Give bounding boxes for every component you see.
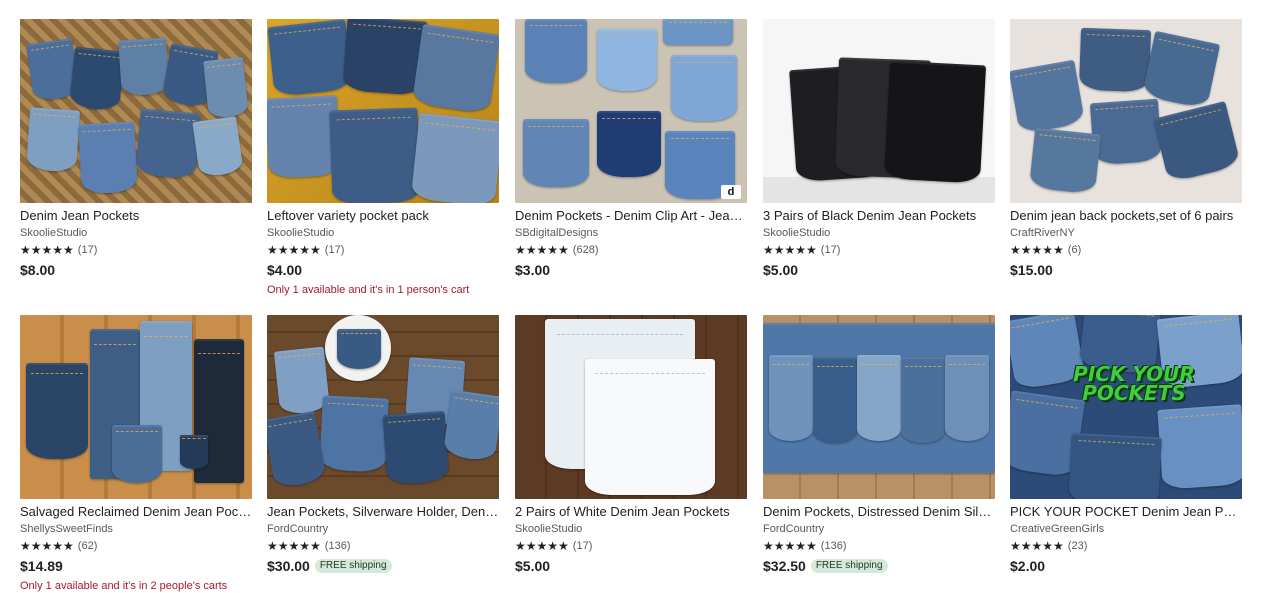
listing-card[interactable]: 2 Pairs of White Denim Jean Pockets Skoo… xyxy=(515,315,747,575)
shop-name: SkoolieStudio xyxy=(20,227,88,239)
review-count: (62) xyxy=(77,540,98,552)
free-shipping-badge: FREE shipping xyxy=(314,559,392,573)
listing-title[interactable]: 3 Pairs of Black Denim Jean Pockets xyxy=(763,208,995,224)
price: $14.89 xyxy=(20,558,63,574)
review-count: (136) xyxy=(820,540,847,552)
rating: ★★★★★ (6) xyxy=(1010,243,1242,257)
price: $15.00 xyxy=(1010,262,1053,278)
price-row: $2.00 xyxy=(1010,557,1242,575)
listing-card[interactable]: Leftover variety pocket pack SkoolieStud… xyxy=(267,19,499,297)
price: $3.00 xyxy=(515,262,551,278)
stock-note: Only 1 available and it's in 2 people's … xyxy=(20,580,228,592)
listing-image[interactable] xyxy=(763,315,995,499)
star-icon: ★★★★★ xyxy=(1010,539,1064,553)
shop-name: SBdigitalDesigns xyxy=(515,227,599,239)
price: $8.00 xyxy=(20,262,56,278)
price: $30.00 xyxy=(267,558,310,574)
listing-card[interactable]: Jean Pockets, Silverware Holder, Denim P… xyxy=(267,315,499,575)
listing-grid: Denim Jean Pockets SkoolieStudio ★★★★★ (… xyxy=(20,19,1242,593)
listing-card[interactable]: Denim Jean Pockets SkoolieStudio ★★★★★ (… xyxy=(20,19,252,279)
rating: ★★★★★ (136) xyxy=(763,539,995,553)
listing-title[interactable]: Denim Jean Pockets xyxy=(20,208,252,224)
shop-name: SkoolieStudio xyxy=(515,523,583,535)
listing-row: Salvaged Reclaimed Denim Jean Pockets Sh… xyxy=(20,315,1242,593)
price-row: $4.00 xyxy=(267,261,499,279)
listing-title[interactable]: Denim Pockets - Denim Clip Art - Jean Po… xyxy=(515,208,747,224)
shop-name: CraftRiverNY xyxy=(1010,227,1075,239)
stock-note: Only 1 available and it's in 1 person's … xyxy=(267,284,470,296)
listing-card[interactable]: Denim Pockets, Distressed Denim Silverwa… xyxy=(763,315,995,575)
price: $4.00 xyxy=(267,262,303,278)
listing-card[interactable]: Denim jean back pockets,set of 6 pairs C… xyxy=(1010,19,1242,279)
shop-name: SkoolieStudio xyxy=(267,227,335,239)
listing-image[interactable] xyxy=(515,315,747,499)
star-icon: ★★★★★ xyxy=(20,539,74,553)
price-row: $8.00 xyxy=(20,261,252,279)
review-count: (17) xyxy=(324,244,345,256)
listing-image[interactable]: PICK YOUR POCKETS xyxy=(1010,315,1242,499)
listing-card[interactable]: PICK YOUR POCKETS PICK YOUR POCKET Denim… xyxy=(1010,315,1242,575)
price-row: $5.00 xyxy=(515,557,747,575)
listing-title[interactable]: Denim Pockets, Distressed Denim Silverwa… xyxy=(763,504,995,520)
listing-card[interactable]: 3 Pairs of Black Denim Jean Pockets Skoo… xyxy=(763,19,995,279)
listing-card[interactable]: d Denim Pockets - Denim Clip Art - Jean … xyxy=(515,19,747,279)
price: $2.00 xyxy=(1010,558,1046,574)
price-row: $32.50 FREE shipping xyxy=(763,557,995,575)
star-icon: ★★★★★ xyxy=(20,243,74,257)
star-icon: ★★★★★ xyxy=(267,539,321,553)
price: $5.00 xyxy=(515,558,551,574)
price: $32.50 xyxy=(763,558,806,574)
price: $5.00 xyxy=(763,262,799,278)
star-icon: ★★★★★ xyxy=(267,243,321,257)
price-row: $14.89 xyxy=(20,557,252,575)
listing-title[interactable]: Jean Pockets, Silverware Holder, Denim P… xyxy=(267,504,499,520)
listing-card[interactable]: Salvaged Reclaimed Denim Jean Pockets Sh… xyxy=(20,315,252,593)
star-icon: ★★★★★ xyxy=(515,539,569,553)
shop-name: CreativeGreenGirls xyxy=(1010,523,1105,535)
etsy-mark-icon: d xyxy=(721,185,741,199)
listing-title[interactable]: Salvaged Reclaimed Denim Jean Pockets xyxy=(20,504,252,520)
rating: ★★★★★ (628) xyxy=(515,243,747,257)
review-count: (17) xyxy=(77,244,98,256)
shop-name: ShellysSweetFinds xyxy=(20,523,113,535)
rating: ★★★★★ (17) xyxy=(763,243,995,257)
shop-name: FordCountry xyxy=(267,523,329,535)
rating: ★★★★★ (136) xyxy=(267,539,499,553)
review-count: (17) xyxy=(820,244,841,256)
listing-title[interactable]: PICK YOUR POCKET Denim Jean Pockets xyxy=(1010,504,1242,520)
price-row: $3.00 xyxy=(515,261,747,279)
listing-image[interactable]: d xyxy=(515,19,747,203)
rating: ★★★★★ (23) xyxy=(1010,539,1242,553)
star-icon: ★★★★★ xyxy=(1010,243,1064,257)
review-count: (628) xyxy=(572,244,599,256)
listing-image[interactable] xyxy=(20,19,252,203)
listing-row: Denim Jean Pockets SkoolieStudio ★★★★★ (… xyxy=(20,19,1242,315)
pick-your-pockets-text: PICK YOUR POCKETS xyxy=(1073,362,1195,405)
listing-title[interactable]: 2 Pairs of White Denim Jean Pockets xyxy=(515,504,747,520)
shop-name: FordCountry xyxy=(763,523,825,535)
star-icon: ★★★★★ xyxy=(515,243,569,257)
listing-image[interactable] xyxy=(1010,19,1242,203)
price-row: $15.00 xyxy=(1010,261,1242,279)
price-row: $5.00 xyxy=(763,261,995,279)
listing-title[interactable]: Denim jean back pockets,set of 6 pairs xyxy=(1010,208,1242,224)
review-count: (136) xyxy=(324,540,351,552)
rating: ★★★★★ (62) xyxy=(20,539,252,553)
star-icon: ★★★★★ xyxy=(763,243,817,257)
review-count: (6) xyxy=(1067,244,1082,256)
listing-image[interactable] xyxy=(20,315,252,499)
star-icon: ★★★★★ xyxy=(763,539,817,553)
listing-title[interactable]: Leftover variety pocket pack xyxy=(267,208,499,224)
price-row: $30.00 FREE shipping xyxy=(267,557,499,575)
rating: ★★★★★ (17) xyxy=(267,243,499,257)
listing-image[interactable] xyxy=(267,19,499,203)
rating: ★★★★★ (17) xyxy=(515,539,747,553)
listing-image[interactable] xyxy=(267,315,499,499)
rating: ★★★★★ (17) xyxy=(20,243,252,257)
listing-image[interactable] xyxy=(763,19,995,203)
free-shipping-badge: FREE shipping xyxy=(810,559,888,573)
review-count: (23) xyxy=(1067,540,1088,552)
shop-name: SkoolieStudio xyxy=(763,227,831,239)
review-count: (17) xyxy=(572,540,593,552)
